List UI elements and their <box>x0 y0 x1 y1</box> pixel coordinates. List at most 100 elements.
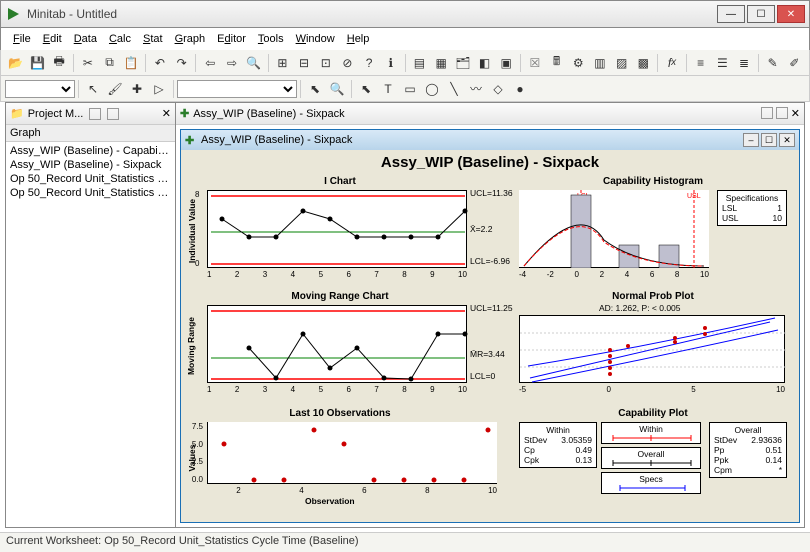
doc-tab-btn-1[interactable] <box>761 107 773 119</box>
nav-fwd-icon[interactable]: ⇨ <box>221 53 243 73</box>
polygon-icon[interactable]: ◇ <box>487 79 509 99</box>
undo-icon[interactable]: ↶ <box>149 53 171 73</box>
info-icon[interactable]: ℹ <box>380 53 402 73</box>
select-pointer-icon[interactable]: ⬉ <box>355 79 377 99</box>
tool-b-icon[interactable]: ✐ <box>784 53 806 73</box>
list-item[interactable]: Op 50_Record Unit_Statistics Cycl <box>10 172 171 186</box>
open-icon[interactable]: 📂 <box>5 53 27 73</box>
app-title: Minitab - Untitled <box>27 7 117 21</box>
list-item[interactable]: Assy_WIP (Baseline) - Capability <box>10 144 171 158</box>
menu-help[interactable]: Help <box>343 33 374 45</box>
assistant-icon[interactable]: ⚙ <box>567 53 589 73</box>
menu-stat[interactable]: Stat <box>139 33 167 45</box>
tool-ban-icon[interactable]: ⊘ <box>337 53 359 73</box>
tab-btn-1[interactable] <box>89 108 101 120</box>
last10-xlabel: Observation <box>305 496 355 506</box>
graph-list: Assy_WIP (Baseline) - Capability Assy_WI… <box>6 142 175 202</box>
project-manager-icon[interactable]: 🗂 <box>452 53 474 73</box>
text-icon[interactable]: T <box>377 79 399 99</box>
list-item[interactable]: Op 50_Record Unit_Statistics Cycl <box>10 186 171 200</box>
paste-icon[interactable]: 📋 <box>120 53 142 73</box>
graph-window-icon[interactable]: ◧ <box>474 53 496 73</box>
zoom-icon[interactable]: 🔍 <box>326 79 348 99</box>
find-icon[interactable]: 🔍 <box>243 53 265 73</box>
worksheet-icon[interactable]: ▥ <box>589 53 611 73</box>
overall-title: Overall <box>714 425 782 435</box>
polyline-icon[interactable]: 〰 <box>465 79 487 99</box>
mr-chart-plot <box>207 305 467 383</box>
plus-icon: ✚ <box>180 107 189 120</box>
align-left-icon[interactable]: ≡ <box>690 53 712 73</box>
spec-title: Specifications <box>722 193 782 203</box>
menu-tools[interactable]: Tools <box>254 33 288 45</box>
menu-calc[interactable]: Calc <box>105 33 135 45</box>
win-max-icon[interactable]: ☐ <box>761 133 777 147</box>
cut-icon[interactable]: ✂ <box>77 53 99 73</box>
mr-chart-ylabel: Moving Range <box>186 306 196 386</box>
marker-icon[interactable]: ● <box>509 79 531 99</box>
data-window-icon[interactable]: ▦ <box>430 53 452 73</box>
i-chart-title: I Chart <box>185 176 495 187</box>
graph-canvas: Assy_WIP (Baseline) - Sixpack I Chart In… <box>181 150 799 522</box>
fx-icon[interactable]: fx <box>661 53 683 73</box>
doc-tab-label[interactable]: Assy_WIP (Baseline) - Sixpack <box>193 108 344 120</box>
folder-icon: 📁 <box>10 107 24 120</box>
report-icon[interactable]: ▣ <box>495 53 517 73</box>
rect-icon[interactable]: ▭ <box>399 79 421 99</box>
pointer-icon[interactable]: ↖ <box>82 79 104 99</box>
svg-text:USL: USL <box>687 193 701 200</box>
menu-window[interactable]: Window <box>292 33 339 45</box>
select-icon[interactable]: ⬉ <box>304 79 326 99</box>
mr-chart-mr: M̄R=3.44 <box>470 349 505 359</box>
brush-icon[interactable]: 🖌 <box>104 79 126 99</box>
menu-file[interactable]: File <box>9 33 35 45</box>
close-button[interactable]: ✕ <box>777 5 805 23</box>
list-item[interactable]: Assy_WIP (Baseline) - Sixpack <box>10 158 171 172</box>
tab-close-icon[interactable]: ✕ <box>162 107 171 120</box>
doc-tab-close-icon[interactable]: ✕ <box>791 107 800 120</box>
panel-mr-chart: Moving Range Chart Moving Range UCL <box>185 291 495 396</box>
play-icon[interactable]: ▷ <box>148 79 170 99</box>
align-right-icon[interactable]: ≣ <box>733 53 755 73</box>
save-icon[interactable]: 💾 <box>27 53 49 73</box>
overall-box: Overall StDev2.93636 Pp0.51 Ppk0.14 Cpm* <box>709 422 787 478</box>
line-icon[interactable]: ╲ <box>443 79 465 99</box>
caphist-xticks: -4-20246810 <box>519 270 709 279</box>
doc-tab-btn-2[interactable] <box>776 107 788 119</box>
help-icon[interactable]: ? <box>358 53 380 73</box>
menu-graph[interactable]: Graph <box>171 33 210 45</box>
insert-row-icon[interactable]: ⊟ <box>293 53 315 73</box>
history-icon[interactable]: ▩ <box>632 53 654 73</box>
i-chart-xticks: 12345678910 <box>207 270 467 279</box>
worksheet2-icon[interactable]: ▨ <box>611 53 633 73</box>
print-icon[interactable]: 🖶 <box>48 53 70 73</box>
menu-data[interactable]: Data <box>70 33 101 45</box>
font-select[interactable] <box>177 80 297 98</box>
redo-icon[interactable]: ↷ <box>171 53 193 73</box>
nav-back-icon[interactable]: ⇦ <box>199 53 221 73</box>
minimize-button[interactable]: — <box>717 5 745 23</box>
circle-icon[interactable]: ◯ <box>421 79 443 99</box>
edit-tool-select[interactable] <box>5 80 75 98</box>
maximize-button[interactable]: ☐ <box>747 5 775 23</box>
tab-btn-2[interactable] <box>107 108 119 120</box>
menu-edit[interactable]: Edit <box>39 33 66 45</box>
app-icon <box>5 6 21 22</box>
graph-window-title: Assy_WIP (Baseline) - Sixpack <box>201 134 352 146</box>
session-window-icon[interactable]: ▤ <box>409 53 431 73</box>
group-header-graph[interactable]: Graph <box>6 125 175 142</box>
project-manager-tab: 📁 Project M... ✕ <box>6 103 175 125</box>
last-dialog-icon[interactable]: ☒ <box>524 53 546 73</box>
insert-cell-icon[interactable]: ⊞ <box>272 53 294 73</box>
menu-editor[interactable]: Editor <box>213 33 250 45</box>
within-box: Within StDev3.05359 Cp0.49 Cpk0.13 <box>519 422 597 468</box>
win-close-icon[interactable]: ✕ <box>779 133 795 147</box>
calc-icon[interactable]: 🖩 <box>546 53 568 73</box>
toolbar-standard: 📂 💾 🖶 ✂ ⧉ 📋 ↶ ↷ ⇦ ⇨ 🔍 ⊞ ⊟ ⊡ ⊘ ? ℹ ▤ ▦ 🗂 … <box>0 50 810 76</box>
copy-icon[interactable]: ⧉ <box>99 53 121 73</box>
align-center-icon[interactable]: ☰ <box>712 53 734 73</box>
insert-col-icon[interactable]: ⊡ <box>315 53 337 73</box>
win-min-icon[interactable]: – <box>743 133 759 147</box>
crosshair-icon[interactable]: ✚ <box>126 79 148 99</box>
tool-a-icon[interactable]: ✎ <box>762 53 784 73</box>
